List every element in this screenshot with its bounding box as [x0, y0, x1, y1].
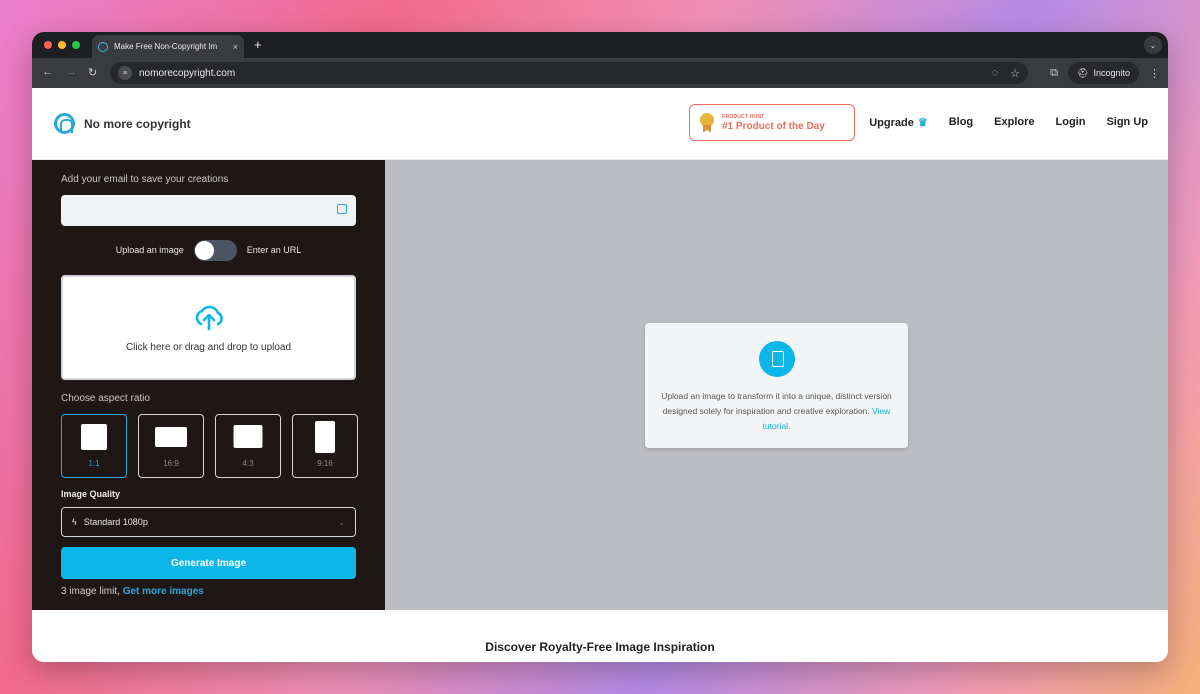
nav-login[interactable]: Login [1056, 116, 1086, 129]
new-tab-button[interactable]: + [254, 37, 262, 52]
empty-state-card: Upload an image to transform it into a u… [645, 323, 908, 448]
ratio-label: 4:3 [242, 459, 254, 468]
extensions-icon[interactable]: ⧉ [1050, 67, 1058, 80]
source-toggle[interactable] [193, 239, 237, 261]
chevron-down-icon: ⌄ [338, 517, 345, 527]
product-hunt-big: #1 Product of the Day [722, 120, 825, 132]
browser-window: Make Free Non-Copyright Im × + ⌄ ← → ↻ ≡… [32, 32, 1168, 662]
close-window-button[interactable] [44, 41, 52, 49]
ratio-square-shape [81, 424, 107, 450]
email-field[interactable] [61, 195, 356, 226]
generate-image-button[interactable]: Generate Image [61, 547, 356, 579]
brand-logo-icon [54, 113, 75, 134]
forward-icon[interactable]: → [66, 66, 77, 78]
back-icon[interactable]: ← [42, 66, 53, 78]
control-panel: Add your email to save your creations Up… [32, 160, 385, 610]
top-nav: Upgrade ♛ Blog Explore Login Sign Up [869, 116, 1148, 129]
cloud-upload-icon [195, 305, 223, 331]
preview-area: Upload an image to transform it into a u… [385, 160, 1168, 610]
tab-close-icon[interactable]: × [233, 42, 238, 52]
site-header: No more copyright PRODUCT HUNT #1 Produc… [32, 88, 1168, 160]
incognito-icon: ⛑ [1077, 67, 1089, 78]
nav-upgrade[interactable]: Upgrade ♛ [869, 116, 928, 129]
quality-label: Image Quality [61, 489, 121, 499]
empty-state-text: Upload an image to transform it into a u… [661, 391, 892, 416]
discover-heading: Discover Royalty-Free Image Inspiration [485, 640, 715, 654]
brand-name: No more copyright [84, 116, 191, 131]
tab-search-chevron-icon[interactable]: ⌄ [1144, 36, 1162, 54]
ratio-option-16-9[interactable]: 16:9 [138, 414, 204, 478]
source-toggle-row: Upload an image Enter an URL [61, 239, 356, 261]
toggle-right-label: Enter an URL [246, 245, 302, 255]
quality-select[interactable]: ϟ Standard 1080p ⌄ [61, 507, 356, 537]
nav-explore[interactable]: Explore [994, 116, 1034, 129]
address-url[interactable]: nomorecopyright.com [139, 68, 980, 79]
ratio-tall-shape [315, 421, 335, 453]
browser-menu-icon[interactable]: ⋮ [1149, 67, 1160, 80]
window-controls [44, 41, 80, 49]
lightning-icon: ϟ [72, 517, 77, 527]
ratio-label: 9:16 [317, 459, 333, 468]
brand-link[interactable]: No more copyright [54, 113, 191, 134]
email-label: Add your email to save your creations [61, 174, 229, 185]
eye-off-icon[interactable]: ◌ [992, 67, 999, 79]
ratio-wide-shape [155, 427, 187, 447]
product-hunt-small: PRODUCT HUNT [722, 113, 765, 120]
browser-toolbar: ← → ↻ ≡ nomorecopyright.com ◌ ☆ ⧉ ⛑ Inco… [32, 58, 1168, 88]
browser-tab[interactable]: Make Free Non-Copyright Im × [92, 35, 244, 58]
reload-icon[interactable]: ↻ [88, 66, 97, 79]
ratio-option-9-16[interactable]: 9:16 [292, 414, 358, 478]
product-hunt-badge[interactable]: PRODUCT HUNT #1 Product of the Day [689, 104, 855, 141]
nav-upgrade-label: Upgrade [869, 117, 914, 129]
toggle-left-label: Upload an image [115, 245, 184, 255]
upload-dropzone[interactable]: Click here or drag and drop to upload [61, 275, 356, 380]
edit-icon [337, 204, 347, 214]
nav-signup[interactable]: Sign Up [1106, 116, 1148, 129]
address-bar[interactable]: ≡ nomorecopyright.com ◌ ☆ [110, 62, 1028, 84]
crown-icon: ♛ [917, 117, 928, 129]
upload-text: Click here or drag and drop to upload [125, 342, 292, 353]
tab-strip: Make Free Non-Copyright Im × + ⌄ [32, 32, 1168, 58]
main-area: Add your email to save your creations Up… [32, 160, 1168, 610]
incognito-badge[interactable]: ⛑ Incognito [1068, 62, 1139, 84]
aspect-label: Choose aspect ratio [61, 393, 150, 404]
tab-title: Make Free Non-Copyright Im [114, 42, 218, 51]
ratio-label: 16:9 [163, 459, 179, 468]
empty-state-message: Upload an image to transform it into a u… [645, 389, 908, 434]
ratio-label: 1:1 [88, 459, 100, 468]
ratio-option-1-1[interactable]: 1:1 [61, 414, 127, 478]
document-icon [758, 341, 795, 377]
image-limit-text: 3 image limit, Get more images [61, 586, 204, 597]
ratio-standard-shape [233, 425, 263, 448]
discover-section: Discover Royalty-Free Image Inspiration [32, 610, 1168, 662]
ratio-option-4-3[interactable]: 4:3 [215, 414, 281, 478]
medal-icon [700, 112, 714, 133]
nav-blog[interactable]: Blog [949, 116, 973, 129]
quality-value: Standard 1080p [83, 517, 148, 527]
limit-text: 3 image limit, [61, 586, 120, 597]
site-favicon-icon [98, 41, 108, 52]
maximize-window-button[interactable] [72, 41, 80, 49]
minimize-window-button[interactable] [58, 41, 66, 49]
aspect-ratio-options: 1:1 16:9 4:3 9:16 [61, 414, 358, 478]
site-settings-icon[interactable]: ≡ [118, 66, 132, 80]
get-more-images-link[interactable]: Get more images [123, 586, 204, 597]
bookmark-star-icon[interactable]: ☆ [1010, 67, 1020, 80]
incognito-label: Incognito [1093, 68, 1130, 78]
